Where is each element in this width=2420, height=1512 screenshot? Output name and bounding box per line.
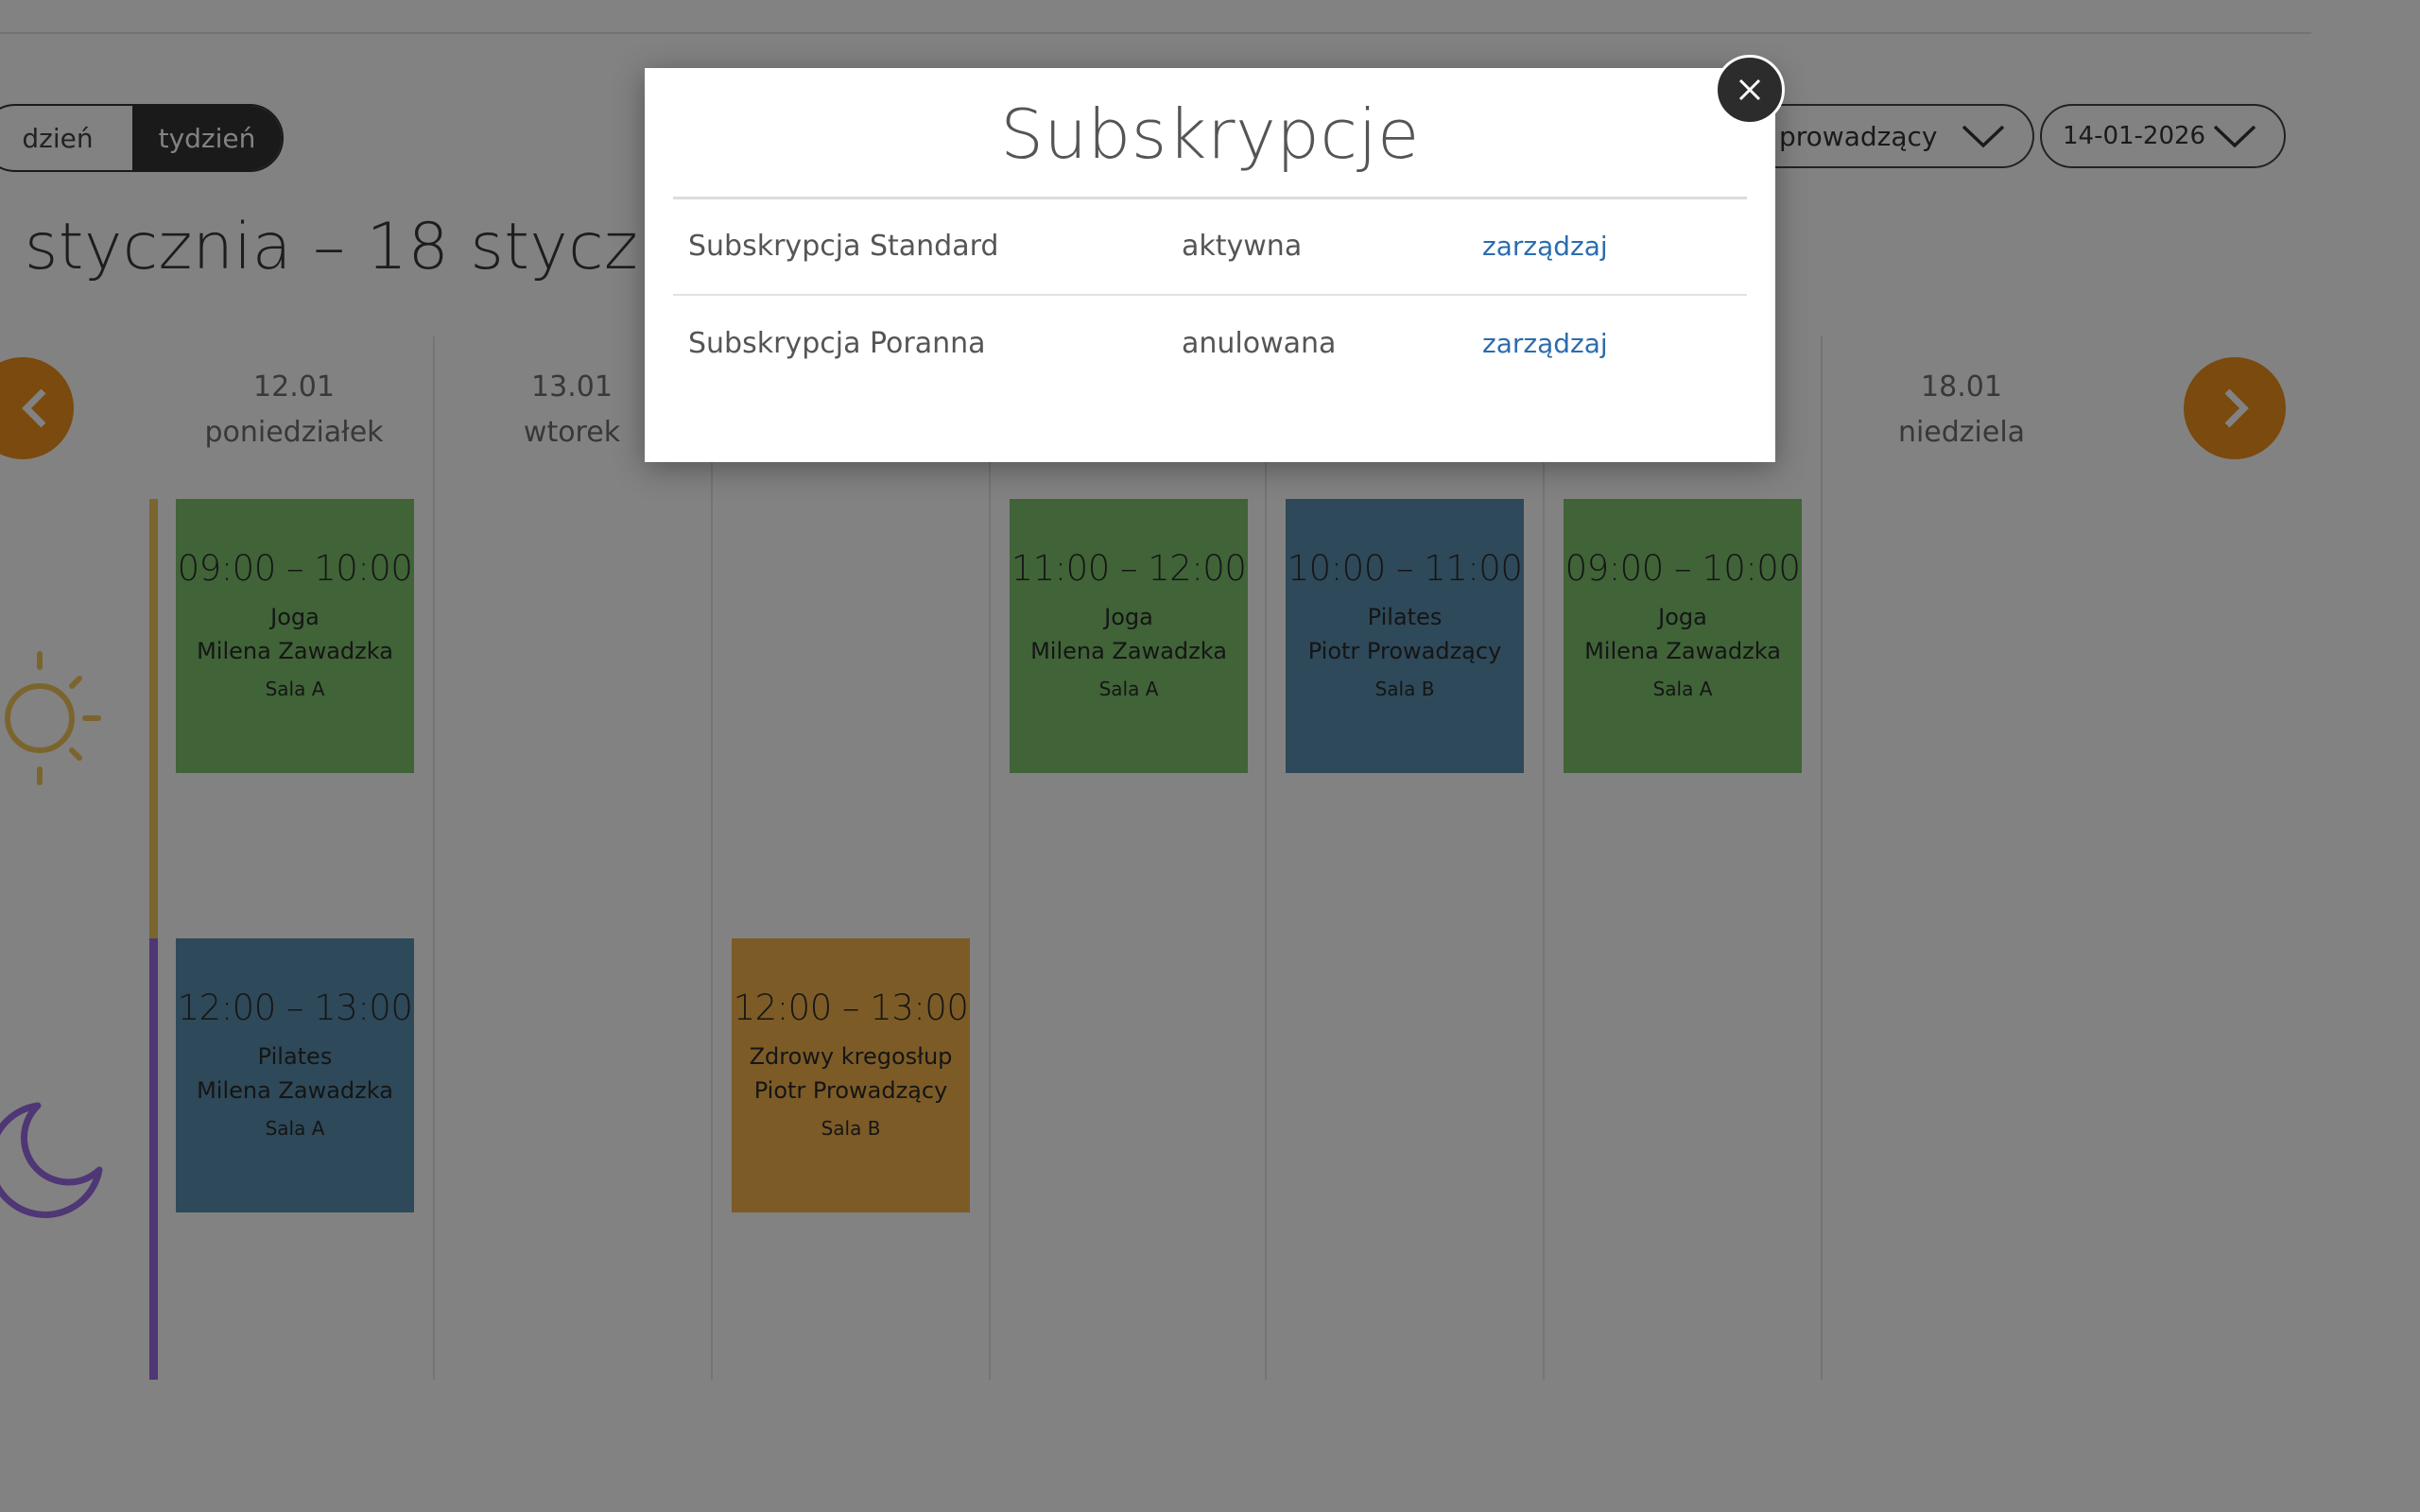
table-row: Subskrypcja Poranna anulowana zarządzaj [673, 293, 1747, 391]
subscriptions-table: Subskrypcja Standard aktywna zarządzaj S… [673, 197, 1747, 391]
modal-title: Subskrypcje [1000, 94, 1420, 174]
table-row: Subskrypcja Standard aktywna zarządzaj [673, 198, 1747, 295]
subscription-name: Subskrypcja Poranna [673, 293, 1167, 391]
modal-close-button[interactable] [1715, 55, 1785, 125]
close-icon [1738, 78, 1761, 101]
subscriptions-modal: Subskrypcje Subskrypcja Standard aktywna… [645, 68, 1775, 462]
manage-subscription-link[interactable]: zarządzaj [1482, 231, 1608, 262]
subscription-status: aktywna [1182, 230, 1303, 264]
manage-subscription-link[interactable]: zarządzaj [1482, 328, 1608, 359]
subscription-name: Subskrypcja Standard [688, 230, 999, 264]
subscription-status: anulowana [1167, 293, 1467, 391]
